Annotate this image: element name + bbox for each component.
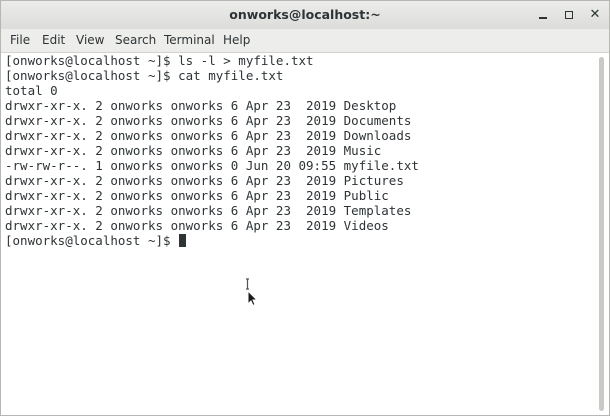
terminal-line: drwxr-xr-x. 2 onworks onworks 6 Apr 23 2… (5, 98, 397, 113)
terminal-output[interactable]: [onworks@localhost ~]$ ls -l > myfile.tx… (1, 53, 597, 415)
maximize-icon (565, 11, 573, 19)
terminal-window: onworks@localhost:~ ✕ File Edit View Sea… (0, 0, 610, 416)
minimize-button[interactable] (533, 5, 553, 25)
prompt-text: [onworks@localhost ~]$ (5, 233, 179, 248)
menu-help[interactable]: Help (221, 29, 252, 52)
terminal-line: drwxr-xr-x. 2 onworks onworks 6 Apr 23 2… (5, 173, 404, 188)
close-icon: ✕ (589, 7, 601, 22)
terminal-line: drwxr-xr-x. 2 onworks onworks 6 Apr 23 2… (5, 188, 389, 203)
close-button[interactable]: ✕ (585, 5, 605, 25)
terminal-line: drwxr-xr-x. 2 onworks onworks 6 Apr 23 2… (5, 218, 389, 233)
window-title: onworks@localhost:~ (229, 7, 381, 22)
text-cursor (179, 234, 187, 247)
menu-edit[interactable]: Edit (40, 29, 67, 52)
terminal-line: [onworks@localhost ~]$ cat myfile.txt (5, 68, 284, 83)
terminal-line: drwxr-xr-x. 2 onworks onworks 6 Apr 23 2… (5, 203, 412, 218)
scrollbar-thumb[interactable] (599, 57, 604, 411)
terminal-line: drwxr-xr-x. 2 onworks onworks 6 Apr 23 2… (5, 143, 382, 158)
mouse-pointer-icon (246, 278, 259, 306)
menu-view[interactable]: View (74, 29, 106, 52)
minimize-icon (539, 17, 547, 19)
scrollbar[interactable] (599, 57, 604, 411)
terminal-line: -rw-rw-r--. 1 onworks onworks 0 Jun 20 0… (5, 158, 419, 173)
menu-bar: File Edit View Search Terminal Help (1, 29, 609, 53)
menu-file[interactable]: File (8, 29, 32, 52)
terminal-line: drwxr-xr-x. 2 onworks onworks 6 Apr 23 2… (5, 113, 412, 128)
menu-terminal[interactable]: Terminal (162, 29, 217, 52)
terminal-line: [onworks@localhost ~]$ ls -l > myfile.tx… (5, 53, 314, 68)
maximize-button[interactable] (559, 5, 579, 25)
menu-search[interactable]: Search (113, 29, 158, 52)
title-bar[interactable]: onworks@localhost:~ ✕ (1, 1, 609, 30)
terminal-line: total 0 (5, 83, 58, 98)
terminal-line: drwxr-xr-x. 2 onworks onworks 6 Apr 23 2… (5, 128, 412, 143)
prompt-line: [onworks@localhost ~]$ (5, 233, 187, 248)
